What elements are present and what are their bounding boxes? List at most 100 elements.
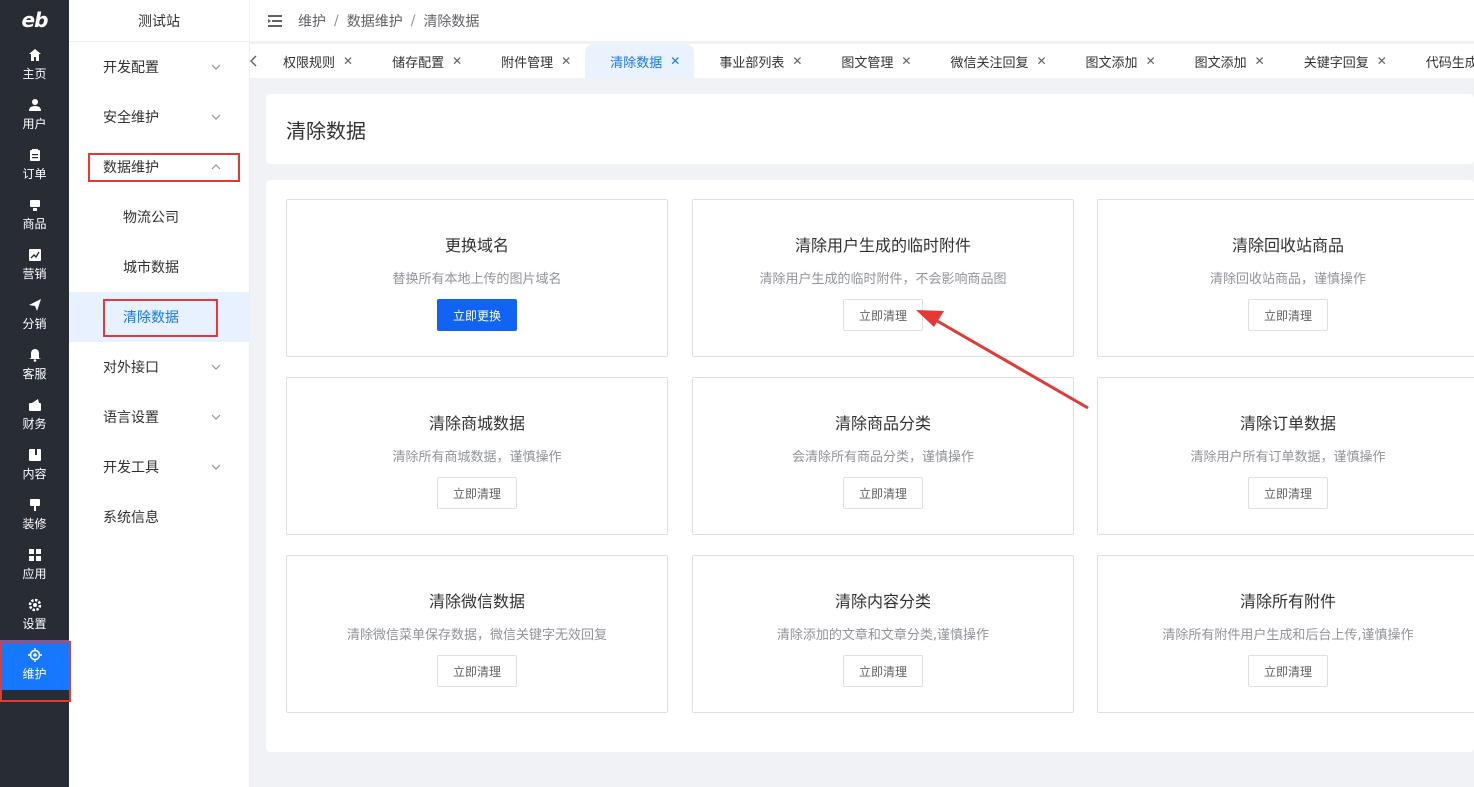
tab-2[interactable]: 附件管理 ✕ — [476, 44, 585, 78]
chevron-down-icon — [211, 464, 221, 470]
rail-item-2[interactable]: 订单 — [0, 140, 69, 190]
tab-label: 代码生成列表 — [1425, 55, 1474, 71]
gear-icon — [28, 598, 41, 612]
distribution-icon — [28, 299, 41, 311]
card-description: 清除所有附件用户生成和后台上传,谨慎操作 — [1162, 628, 1414, 643]
submenu-item-label: 开发工具 — [103, 460, 159, 476]
tab-8[interactable]: 图文添加 ✕ — [1170, 44, 1279, 78]
rail-item-12[interactable]: 维护 — [0, 640, 69, 690]
submenu-item-after-3[interactable]: 系统信息 — [69, 492, 249, 542]
clean-now-button[interactable]: 立即清理 — [437, 655, 517, 687]
tab-scroll-left-icon[interactable] — [250, 44, 258, 78]
rail-item-6[interactable]: 客服 — [0, 340, 69, 390]
content-panel: 更换域名 替换所有本地上传的图片域名 立即更换 清除用户生成的临时附件 清除用户生成的临… — [266, 180, 1474, 752]
submenu-item-after-1[interactable]: 语言设置 — [69, 392, 249, 442]
close-icon[interactable]: ✕ — [561, 54, 571, 68]
logo[interactable]: eb — [0, 0, 69, 40]
rail-item-7[interactable]: 财务 — [0, 390, 69, 440]
close-icon[interactable]: ✕ — [452, 54, 462, 68]
rail-item-4[interactable]: 营销 — [0, 240, 69, 290]
close-icon[interactable]: ✕ — [343, 54, 353, 68]
close-icon[interactable]: ✕ — [670, 54, 680, 68]
rail-item-11[interactable]: 设置 — [0, 590, 69, 640]
home-icon — [28, 49, 41, 61]
order-icon — [29, 149, 40, 161]
tab-label: 清除数据 — [610, 55, 663, 71]
close-icon[interactable]: ✕ — [1146, 54, 1156, 68]
rail-item-5[interactable]: 分销 — [0, 290, 69, 340]
tab-3[interactable]: 清除数据 ✕ — [585, 44, 695, 78]
clean-now-button[interactable]: 立即清理 — [1248, 477, 1328, 509]
action-card: 清除内容分类清除添加的文章和文章分类,谨慎操作立即清理 — [692, 555, 1074, 713]
submenu-item-label: 安全维护 — [103, 110, 159, 126]
clean-now-button[interactable]: 立即清理 — [843, 299, 923, 331]
rail-item-10[interactable]: 应用 — [0, 540, 69, 590]
rail-item-3[interactable]: 商品 — [0, 190, 69, 240]
submenu-child-2[interactable]: 清除数据 — [69, 292, 249, 342]
replace-now-button[interactable]: 立即更换 — [437, 299, 517, 331]
clean-now-button[interactable]: 立即清理 — [1248, 655, 1328, 687]
tab-label: 图文管理 — [841, 55, 894, 71]
breadcrumb-item[interactable]: 维护 — [298, 11, 326, 31]
menu-toggle-icon[interactable] — [268, 14, 282, 28]
chip-icon — [27, 648, 42, 662]
action-card: 清除所有附件 清除所有附件用户生成和后台上传,谨慎操作 立即清理 — [1097, 555, 1474, 713]
card-description: 清除回收站商品，谨慎操作 — [1209, 272, 1366, 287]
tab-label: 储存配置 — [392, 55, 445, 71]
card-title: 清除微信数据 — [428, 592, 525, 611]
close-icon[interactable]: ✕ — [1377, 54, 1387, 68]
tab-9[interactable]: 关键字回复 ✕ — [1279, 44, 1401, 78]
card-description: 清除添加的文章和文章分类,谨慎操作 — [776, 628, 990, 643]
rail-item-9[interactable]: 装修 — [0, 490, 69, 540]
clean-now-button[interactable]: 立即清理 — [437, 477, 517, 509]
close-icon[interactable]: ✕ — [1255, 54, 1265, 68]
tab-1[interactable]: 储存配置 ✕ — [367, 44, 476, 78]
close-icon[interactable]: ✕ — [1036, 54, 1046, 68]
action-card: 更换域名 替换所有本地上传的图片域名 立即更换 — [286, 199, 668, 357]
submenu-title: 测试站 — [69, 0, 249, 42]
rail-item-8[interactable]: 内容 — [0, 440, 69, 490]
tab-6[interactable]: 微信关注回复 ✕ — [925, 44, 1060, 78]
tab-0[interactable]: 权限规则 ✕ — [258, 44, 367, 78]
card-title: 清除用户生成的临时附件 — [794, 236, 971, 255]
chevron-down-icon — [211, 364, 221, 370]
submenu-item-after-0[interactable]: 对外接口 — [69, 342, 249, 392]
topbar: 维护 / 数据维护 / 清除数据 — [250, 0, 1474, 42]
submenu-child-0[interactable]: 物流公司 — [69, 192, 249, 242]
card-description: 清除微信菜单保存数据，微信关键字无效回复 — [346, 628, 607, 643]
submenu-item-0[interactable]: 开发配置 — [69, 42, 249, 92]
tab-label: 关键字回复 — [1303, 55, 1369, 71]
submenu-item-after-2[interactable]: 开发工具 — [69, 442, 249, 492]
card-title: 清除内容分类 — [834, 592, 931, 611]
submenu-child-1[interactable]: 城市数据 — [69, 242, 249, 292]
close-icon[interactable]: ✕ — [792, 54, 802, 68]
rail-item-1[interactable]: 用户 — [0, 90, 69, 140]
submenu-item-label: 开发配置 — [103, 60, 159, 76]
rail-item-label: 主页 — [22, 67, 47, 81]
close-icon[interactable]: ✕ — [901, 54, 911, 68]
card-description: 清除所有商城数据，谨慎操作 — [392, 450, 562, 465]
card-title: 清除商品分类 — [834, 414, 931, 433]
icon-rail: eb 主页用户订单 商品营销分销 客服 财务 内容装修应用 设置 维护 — [0, 0, 69, 787]
rail-item-label: 用户 — [22, 117, 47, 131]
user-icon — [28, 99, 41, 111]
rail-item-label: 营销 — [22, 267, 47, 281]
tab-5[interactable]: 图文管理 ✕ — [816, 44, 925, 78]
submenu-item-1[interactable]: 安全维护 — [69, 92, 249, 142]
clean-now-button[interactable]: 立即清理 — [843, 477, 923, 509]
tab-10[interactable]: 代码生成列表✕ — [1401, 44, 1474, 78]
tab-4[interactable]: 事业部列表 ✕ — [694, 44, 816, 78]
card-title: 更换域名 — [444, 236, 509, 255]
rail-item-label: 装修 — [22, 517, 47, 531]
tab-label: 权限规则 — [283, 55, 336, 71]
breadcrumb-separator: / — [410, 12, 416, 29]
tab-7[interactable]: 图文添加 ✕ — [1061, 44, 1170, 78]
breadcrumb-item[interactable]: 数据维护 — [347, 11, 403, 31]
clean-now-button[interactable]: 立即清理 — [1248, 299, 1328, 331]
product-icon — [29, 200, 40, 211]
submenu-item-2[interactable]: 数据维护 — [69, 142, 249, 192]
clean-now-button[interactable]: 立即清理 — [843, 655, 923, 687]
tab-label: 图文添加 — [1194, 55, 1247, 71]
rail-item-0[interactable]: 主页 — [0, 40, 69, 90]
tab-bar: 权限规则 ✕ 储存配置 ✕ 附件管理 ✕ 清除数据 ✕ 事业部列表 ✕ 图文管理 ✕ 微信关注回复 ✕ 图文… — [250, 44, 1474, 78]
